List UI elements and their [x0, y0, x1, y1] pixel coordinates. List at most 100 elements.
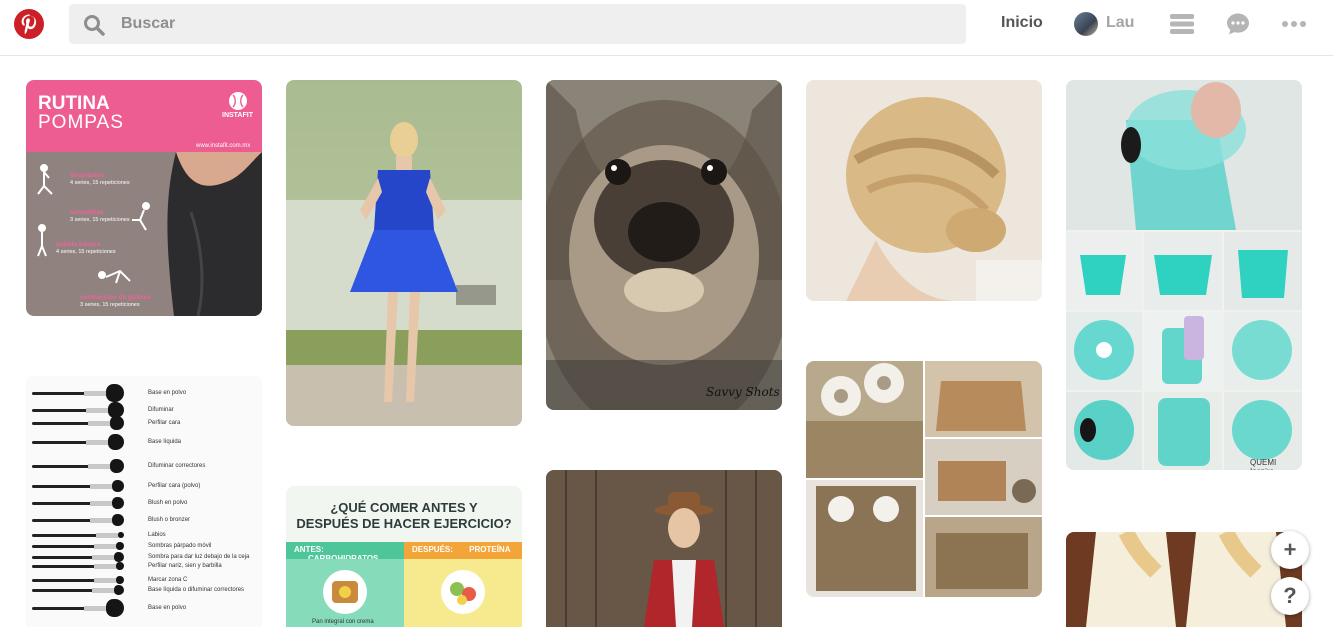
brush-row: [32, 585, 142, 595]
profile-link[interactable]: Lau: [1106, 14, 1134, 32]
pin-hat-girl[interactable]: [546, 470, 782, 627]
after-item: PROTEÍNA: [469, 545, 511, 554]
brush-ferrule: [84, 606, 106, 611]
brush-head: [108, 434, 124, 450]
brush-head: [110, 416, 124, 430]
brush-ferrule: [88, 464, 110, 469]
brush-row: [32, 434, 142, 450]
nav-home-link[interactable]: Inicio: [1001, 14, 1043, 32]
brush-ferrule: [92, 588, 114, 593]
brush-ferrule: [94, 564, 116, 569]
brush-label: Sombras párpado móvil: [148, 543, 212, 549]
brush-label: Base en polvo: [148, 390, 187, 396]
exercise-3-name: patada trasera: [56, 241, 101, 248]
photo-watermark: Savvy Shots: [706, 385, 780, 399]
more-icon[interactable]: [1281, 12, 1307, 36]
pin-food-exercise[interactable]: ¿QUÉ COMER ANTES Y DESPUÉS DE HACER EJER…: [286, 486, 522, 627]
brush-head: [112, 497, 124, 509]
exercise-2-detail: 3 series, 15 repeticiones: [70, 217, 130, 223]
brush-label: Base líquida o difuminar correctores: [148, 587, 245, 593]
brush-ferrule: [88, 421, 110, 426]
pinterest-icon: [21, 14, 37, 35]
brush-row: [32, 576, 142, 584]
pin-blue-dress[interactable]: [286, 80, 522, 426]
brush-label: Base líquida: [148, 439, 182, 445]
brush-head: [112, 514, 124, 526]
brush-head: [112, 480, 124, 492]
brush-label: Difuminar correctores: [148, 463, 206, 469]
brush-head: [116, 576, 124, 584]
brush-head: [114, 552, 124, 562]
pin-rutina-pompas[interactable]: RUTINA POMPAS INSTAFIT www.instafit.com.…: [26, 80, 262, 316]
brush-row: [32, 531, 142, 539]
brush-chart: Base en polvo Difuminar Perfilar cara Base …: [26, 376, 262, 627]
brush-label: Difuminar: [148, 407, 174, 413]
chat-icon[interactable]: [1226, 12, 1250, 36]
brush-label: Perfilar nariz, sien y barbilla: [148, 563, 222, 569]
rutina-photo: desplantes 4 series, 15 repeticiones sen…: [26, 152, 262, 316]
brush-head: [116, 542, 124, 550]
pin-puppy[interactable]: Savvy Shots: [546, 80, 782, 410]
brush-head: [110, 459, 124, 473]
search-bar[interactable]: Buscar: [69, 4, 966, 44]
brush-row: [32, 402, 142, 418]
brush-label: Perfilar cara (polvo): [148, 483, 201, 489]
brush-label: Marcar zona C: [148, 577, 188, 583]
add-button[interactable]: +: [1271, 531, 1309, 569]
ball-icon: [229, 92, 247, 110]
brush-row: [32, 480, 142, 492]
brush-head: [114, 585, 124, 595]
avatar[interactable]: [1074, 12, 1098, 36]
brush-ferrule: [96, 533, 118, 538]
brush-row: [32, 384, 142, 402]
brush-row: [32, 599, 142, 617]
pin-blouse[interactable]: [1066, 532, 1302, 627]
exercise-4-name: contracción de glúteos: [80, 294, 152, 301]
brush-row: [32, 514, 142, 526]
before-label: ANTES:: [294, 545, 324, 554]
pin-braid-hair[interactable]: [806, 80, 1042, 301]
menu-icon[interactable]: [1169, 12, 1195, 36]
salad-icon: [441, 570, 485, 614]
hat-girl-photo: [546, 470, 782, 627]
blue-dress-photo: [286, 80, 522, 426]
brand-label: INSTAFIT: [222, 112, 253, 119]
brush-head: [106, 384, 124, 402]
brush-ferrule: [86, 408, 108, 413]
brush-head: [116, 562, 124, 570]
exercise-4-detail: 3 series, 15 repeticiones: [80, 302, 140, 308]
rope-baskets-collage: [806, 361, 1042, 597]
blouse-photo: [1066, 532, 1302, 627]
brush-ferrule: [90, 484, 112, 489]
photo-watermark: QUEMI Inspira: [1250, 458, 1277, 470]
pin-rope-baskets[interactable]: [806, 361, 1042, 597]
brush-row: [32, 552, 142, 562]
brush-label: Blush o bronzer: [148, 517, 191, 523]
toast-icon: [323, 570, 367, 614]
puppy-photo: [546, 80, 782, 410]
workout-photo: [37, 152, 262, 316]
brush-row: [32, 562, 142, 570]
brand-url: www.instafit.com.mx: [196, 143, 251, 149]
brush-ferrule: [86, 440, 108, 445]
brush-row: [32, 542, 142, 550]
pinterest-logo[interactable]: [14, 9, 44, 39]
food-title-line-1: ¿QUÉ COMER ANTES Y: [330, 500, 478, 515]
top-bar: Buscar Inicio Lau: [0, 0, 1333, 56]
exercise-2-name: sentadillas: [70, 209, 104, 216]
search-icon: [84, 15, 105, 36]
brush-ferrule: [84, 391, 106, 396]
brush-label: Sombra para dar luz debajo de la ceja: [148, 554, 250, 560]
brush-row: [32, 459, 142, 473]
brush-label: Labios: [148, 532, 166, 538]
brush-row: [32, 416, 142, 430]
help-button[interactable]: ?: [1271, 577, 1309, 615]
brush-ferrule: [90, 518, 112, 523]
brush-ferrule: [90, 501, 112, 506]
pin-sponge-jar[interactable]: QUEMI Inspira: [1066, 80, 1302, 470]
search-input[interactable]: Buscar: [121, 15, 175, 33]
before-band: ANTES: CARBOHIDRATOS: [286, 542, 404, 563]
pin-makeup-brushes[interactable]: Base en polvo Difuminar Perfilar cara Base …: [26, 376, 262, 627]
braid-hair-photo: [806, 80, 1042, 301]
exercise-1-detail: 4 series, 15 repeticiones: [70, 180, 130, 186]
